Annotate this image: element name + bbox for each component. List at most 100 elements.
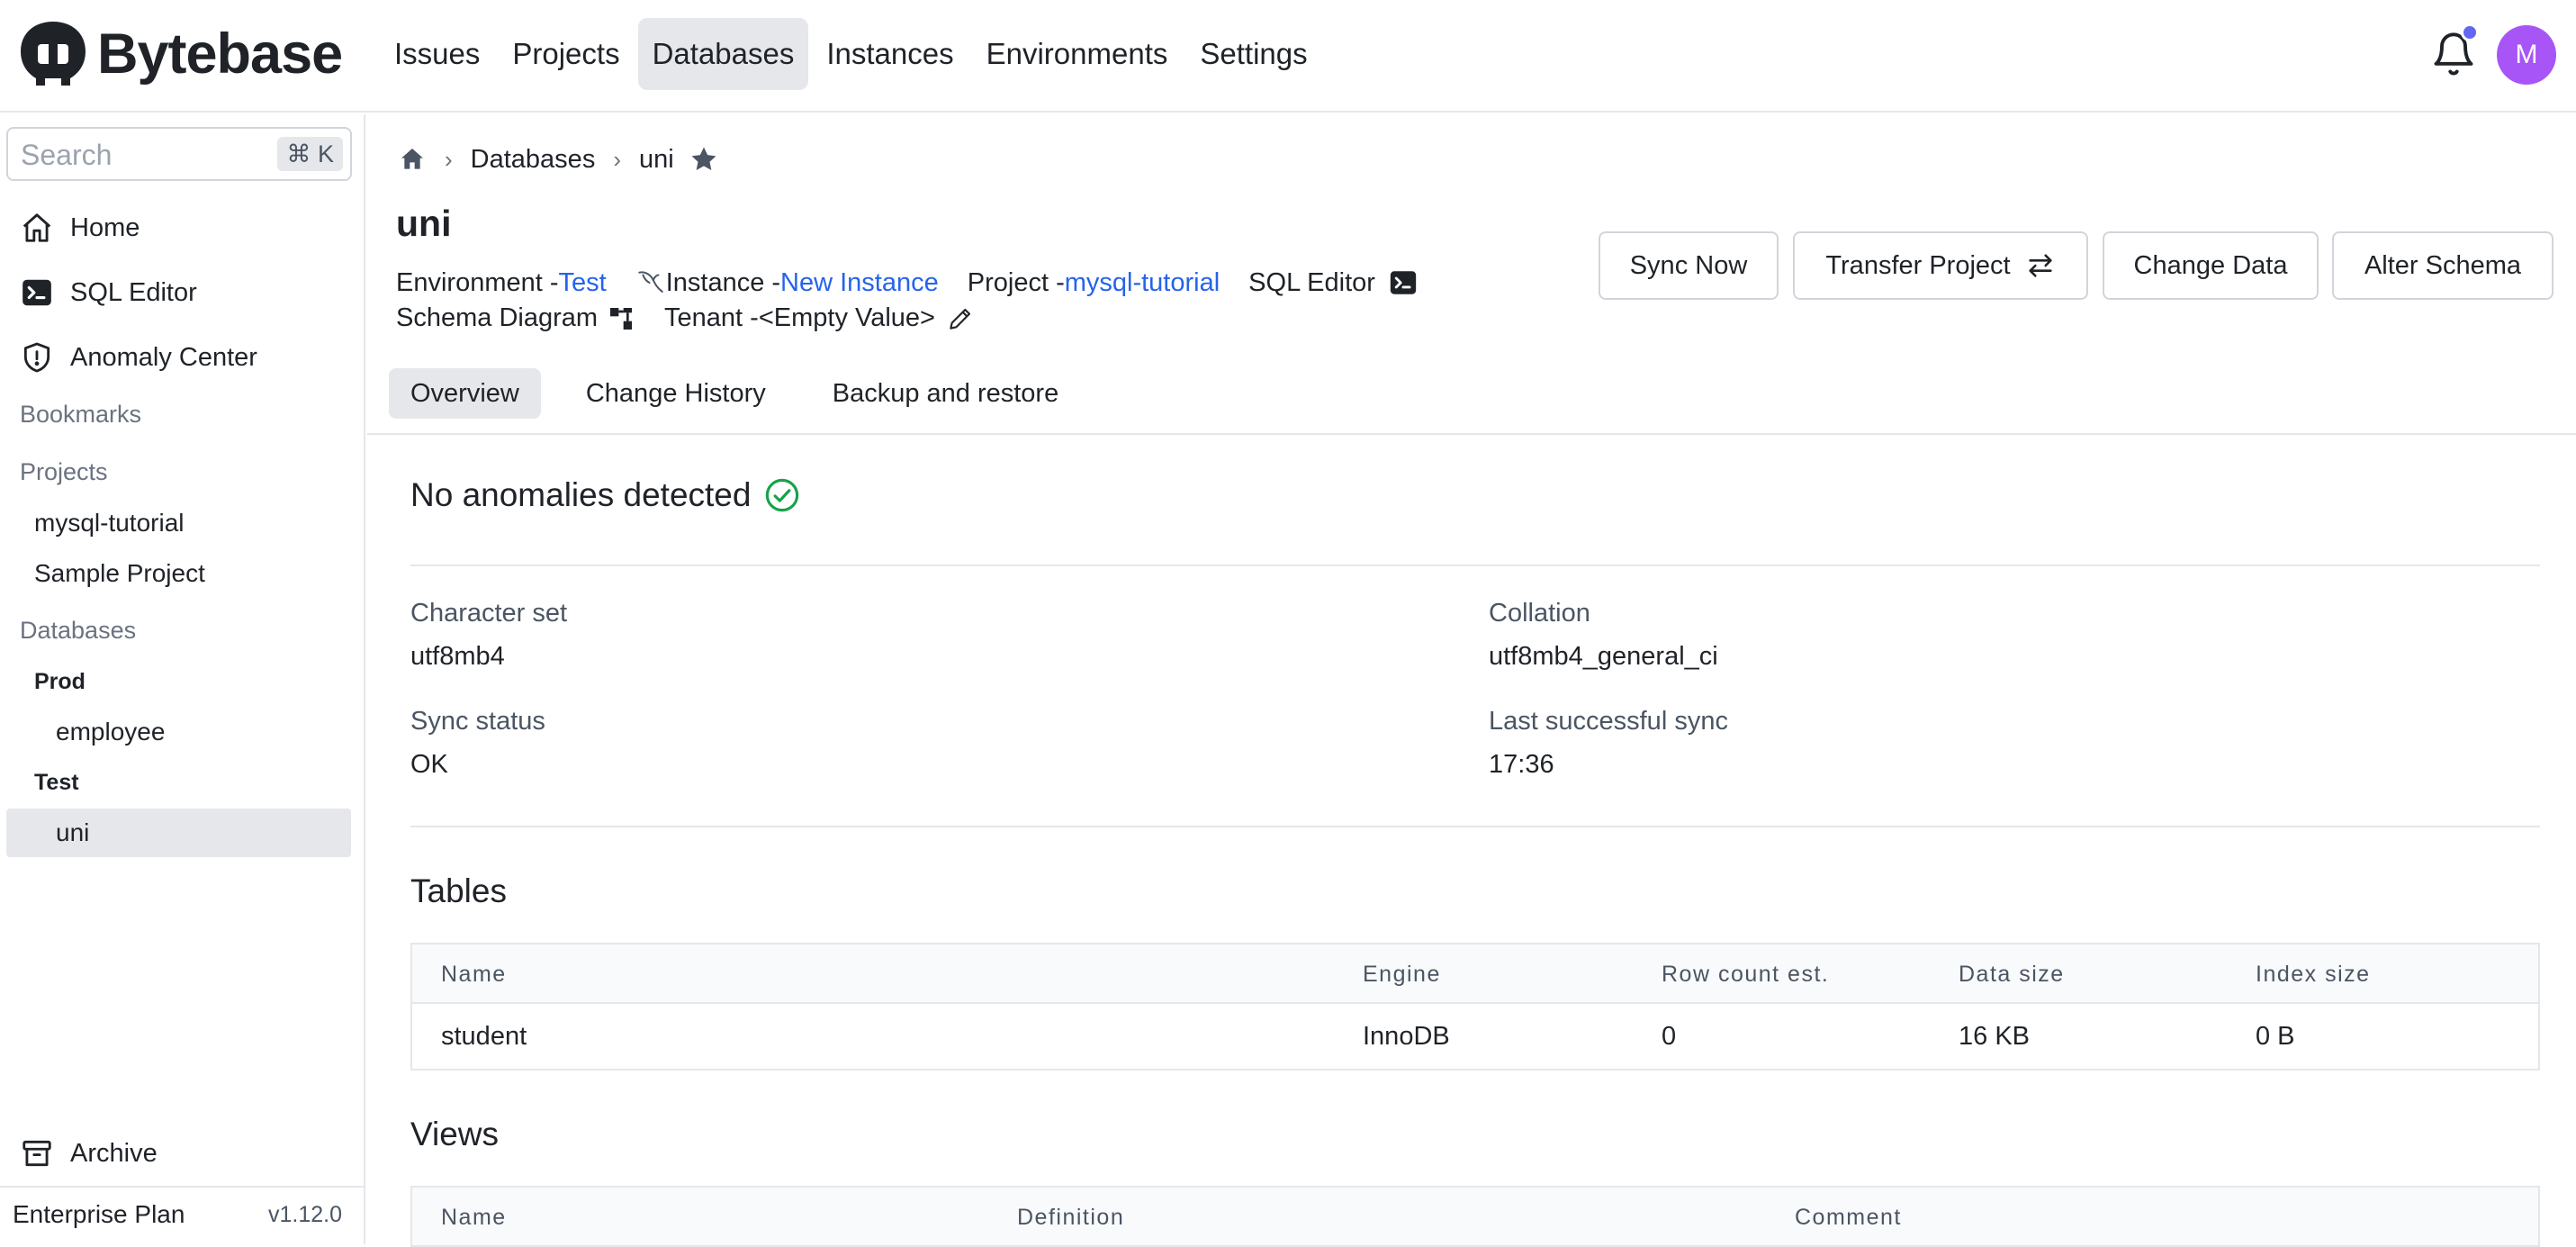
breadcrumb: › Databases › uni	[398, 141, 719, 177]
nav-settings[interactable]: Settings	[1185, 18, 1321, 90]
change-data-button[interactable]: Change Data	[2103, 231, 2319, 300]
sync-now-button[interactable]: Sync Now	[1599, 231, 1779, 300]
sidebar-link-label: Anomaly Center	[70, 342, 257, 372]
nav-environments[interactable]: Environments	[972, 18, 1183, 90]
sidebar-link-sql-editor[interactable]: SQL Editor	[20, 271, 197, 314]
chevron-right-icon: ›	[613, 145, 621, 173]
top-navigation-bar: Bytebase Issues Projects Databases Insta…	[0, 0, 2576, 113]
nav-instances[interactable]: Instances	[812, 18, 968, 90]
main-nav: Issues Projects Databases Instances Envi…	[380, 18, 1322, 90]
nav-projects[interactable]: Projects	[498, 18, 634, 90]
sidebar-database-uni[interactable]: uni	[56, 818, 89, 847]
instance-link[interactable]: New Instance	[780, 268, 939, 298]
plan-label[interactable]: Enterprise Plan	[13, 1200, 185, 1229]
sidebar-link-archive[interactable]: Archive	[20, 1132, 158, 1175]
search-box[interactable]: ⌘ K	[6, 127, 352, 181]
last-sync-label: Last successful sync	[1489, 707, 1728, 736]
database-title: uni	[396, 203, 452, 244]
chevron-right-icon: ›	[445, 145, 453, 173]
charset-label: Character set	[410, 599, 568, 628]
sync-status-label: Sync status	[410, 707, 545, 736]
star-icon[interactable]	[689, 144, 719, 175]
table-header: Name Definition Comment	[412, 1188, 2538, 1247]
breadcrumb-databases[interactable]: Databases	[471, 145, 596, 175]
diagram-icon[interactable]	[607, 304, 635, 333]
charset-value: utf8mb4	[410, 642, 505, 671]
sidebar-link-label: Archive	[70, 1138, 158, 1168]
sidebar-heading-projects[interactable]: Projects	[20, 458, 108, 486]
sql-editor-link[interactable]: SQL Editor	[1248, 268, 1375, 298]
check-circle-icon	[766, 478, 799, 512]
user-avatar[interactable]: M	[2497, 25, 2556, 85]
nav-issues[interactable]: Issues	[380, 18, 494, 90]
section-divider	[410, 565, 2540, 566]
tables-table: Name Engine Row count est. Data size Ind…	[410, 943, 2540, 1071]
home-icon[interactable]	[398, 145, 427, 174]
tab-change-history[interactable]: Change History	[564, 368, 788, 419]
table-cell-engine: InnoDB	[1363, 1022, 1450, 1051]
database-meta-row-2: Schema Diagram Tenant - <Empty Value>	[396, 303, 975, 333]
table-cell-name: student	[441, 1022, 527, 1051]
sidebar-heading-bookmarks[interactable]: Bookmarks	[20, 401, 141, 429]
app-name: Bytebase	[97, 23, 343, 86]
table-cell-data-size: 16 KB	[1959, 1022, 2030, 1051]
sync-status-value: OK	[410, 750, 448, 779]
transfer-project-button[interactable]: Transfer Project	[1793, 231, 2088, 300]
alter-schema-button[interactable]: Alter Schema	[2332, 231, 2553, 300]
column-header-row-count: Row count est.	[1662, 962, 1830, 987]
tables-title: Tables	[410, 872, 507, 909]
anomaly-status: No anomalies detected	[410, 476, 801, 514]
table-header: Name Engine Row count est. Data size Ind…	[412, 944, 2538, 1004]
archive-icon	[23, 1140, 51, 1167]
main-content: › Databases › uni uni Environment - Test…	[367, 114, 2576, 1247]
bytebase-logo-icon	[21, 22, 86, 86]
column-header-name: Name	[441, 962, 507, 987]
database-meta-row-1: Environment - Test Instance - New Instan…	[396, 267, 1419, 298]
project-label: Project -	[967, 267, 1065, 297]
anomaly-status-text: No anomalies detected	[410, 476, 752, 513]
tab-overview[interactable]: Overview	[389, 368, 541, 419]
column-header-definition: Definition	[1017, 1205, 1125, 1230]
search-shortcut: ⌘ K	[277, 137, 343, 171]
home-icon	[23, 213, 51, 242]
column-header-index-size: Index size	[2256, 962, 2371, 987]
collation-value: utf8mb4_general_ci	[1489, 642, 1718, 671]
sidebar-link-anomaly-center[interactable]: Anomaly Center	[20, 336, 257, 379]
environment-label: Environment -	[396, 267, 559, 297]
database-tabs: Overview Change History Backup and resto…	[389, 368, 1080, 419]
collation-label: Collation	[1489, 599, 1590, 628]
terminal-icon[interactable]	[1388, 267, 1419, 298]
version-label: v1.12.0	[267, 1202, 342, 1227]
sidebar-environment-test: Test	[34, 770, 79, 795]
sidebar-environment-prod: Prod	[34, 669, 86, 694]
sidebar-heading-databases[interactable]: Databases	[20, 617, 136, 645]
sidebar-footer: Enterprise Plan v1.12.0	[0, 1186, 364, 1244]
project-link[interactable]: mysql-tutorial	[1065, 268, 1220, 298]
table-row[interactable]: student InnoDB 0 16 KB 0 B	[412, 1004, 2538, 1069]
table-cell-row-count: 0	[1662, 1022, 1677, 1051]
sidebar-link-label: Home	[70, 212, 140, 242]
bytebase-logo[interactable]: Bytebase	[18, 18, 343, 90]
column-header-name: Name	[441, 1205, 507, 1230]
sidebar-project-sample-project[interactable]: Sample Project	[34, 559, 205, 588]
tab-backup-and-restore[interactable]: Backup and restore	[811, 368, 1080, 419]
pencil-icon[interactable]	[946, 304, 975, 333]
sidebar: ⌘ K Home SQL Editor Anomaly Center Bookm…	[0, 114, 365, 1244]
table-cell-index-size: 0 B	[2256, 1022, 2295, 1051]
column-header-data-size: Data size	[1959, 962, 2065, 987]
notification-dot	[2461, 23, 2479, 41]
schema-diagram-link[interactable]: Schema Diagram	[396, 303, 598, 333]
switch-horizontal-icon	[2029, 254, 2052, 277]
sidebar-project-mysql-tutorial[interactable]: mysql-tutorial	[34, 509, 184, 538]
sidebar-database-employee[interactable]: employee	[56, 718, 165, 746]
tab-divider	[367, 433, 2576, 435]
views-table: Name Definition Comment	[410, 1186, 2540, 1247]
environment-link[interactable]: Test	[559, 268, 607, 298]
views-title: Views	[410, 1116, 500, 1152]
sidebar-link-label: SQL Editor	[70, 277, 197, 307]
breadcrumb-current: uni	[639, 144, 674, 174]
column-header-comment: Comment	[1795, 1205, 1902, 1230]
sidebar-link-home[interactable]: Home	[20, 206, 140, 249]
nav-databases[interactable]: Databases	[637, 18, 809, 90]
search-input[interactable]	[21, 136, 255, 174]
